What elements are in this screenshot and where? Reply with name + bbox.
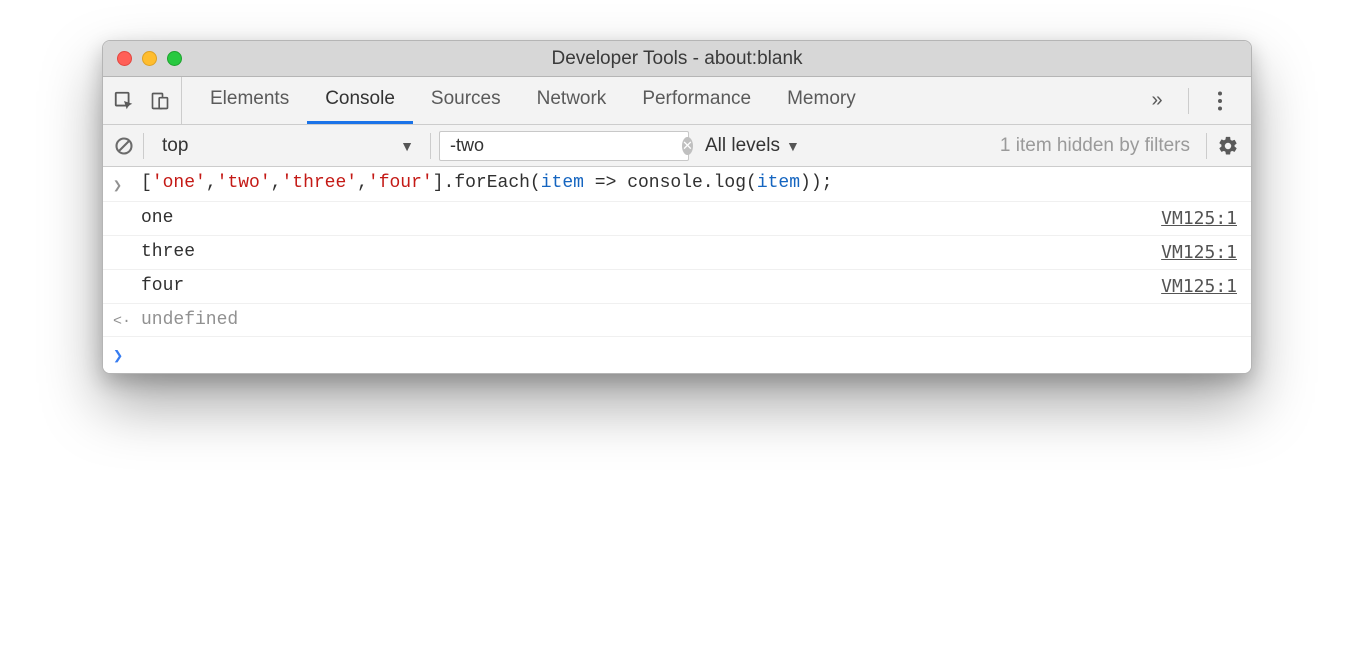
console-input-code[interactable]: ['one','two','three','four'].forEach(ite… <box>141 173 1237 193</box>
return-marker-icon: <· <box>113 310 141 330</box>
log-source-link[interactable]: VM125:1 <box>1141 208 1237 229</box>
divider <box>1206 133 1207 159</box>
panel-tabs: ElementsConsoleSourcesNetworkPerformance… <box>182 77 874 124</box>
log-source-link[interactable]: VM125:1 <box>1141 242 1237 263</box>
clear-console-icon[interactable] <box>113 135 135 157</box>
console-input-row: ❯ ['one','two','three','four'].forEach(i… <box>103 167 1251 202</box>
return-value: undefined <box>141 310 1237 330</box>
context-label: top <box>162 135 188 157</box>
tab-sources[interactable]: Sources <box>413 77 519 124</box>
tab-performance[interactable]: Performance <box>624 77 769 124</box>
device-toolbar-icon[interactable] <box>149 90 171 112</box>
console-settings-icon[interactable] <box>1215 133 1241 159</box>
log-message: three <box>141 242 1141 262</box>
tab-network[interactable]: Network <box>519 77 625 124</box>
devtools-window: Developer Tools - about:blank ElementsCo… <box>102 40 1252 374</box>
console-filter-input[interactable] <box>450 135 682 156</box>
execution-context-selector[interactable]: top ▼ <box>152 131 422 161</box>
divider <box>1188 88 1189 114</box>
prompt-marker-icon: ❯ <box>113 343 141 367</box>
chevron-down-icon: ▼ <box>786 138 800 154</box>
tabbar-tools <box>111 77 182 124</box>
devtools-tabbar: ElementsConsoleSourcesNetworkPerformance… <box>103 77 1251 125</box>
window-title: Developer Tools - about:blank <box>103 48 1251 70</box>
tabbar-right: » <box>1140 77 1243 124</box>
close-window-button[interactable] <box>117 51 132 66</box>
divider <box>430 133 431 159</box>
console-return-row: <· undefined <box>103 304 1251 337</box>
console-prompt-row[interactable]: ❯ <box>103 337 1251 373</box>
log-gutter <box>113 242 141 245</box>
log-gutter <box>113 276 141 279</box>
devtools-menu-button[interactable] <box>1203 84 1237 118</box>
tab-elements[interactable]: Elements <box>192 77 307 124</box>
console-log-row: threeVM125:1 <box>103 236 1251 270</box>
console-log-row: fourVM125:1 <box>103 270 1251 304</box>
log-message: four <box>141 276 1141 296</box>
tab-memory[interactable]: Memory <box>769 77 874 124</box>
maximize-window-button[interactable] <box>167 51 182 66</box>
log-message: one <box>141 208 1141 228</box>
inspect-element-icon[interactable] <box>113 90 135 112</box>
window-controls <box>103 51 182 66</box>
log-levels-selector[interactable]: All levels ▼ <box>697 135 808 157</box>
window-titlebar: Developer Tools - about:blank <box>103 41 1251 77</box>
minimize-window-button[interactable] <box>142 51 157 66</box>
input-marker-icon: ❯ <box>113 173 141 195</box>
divider <box>143 133 144 159</box>
clear-filter-icon[interactable]: ✕ <box>682 137 693 155</box>
levels-label: All levels <box>705 135 780 157</box>
log-source-link[interactable]: VM125:1 <box>1141 276 1237 297</box>
console-toolbar: top ▼ ✕ All levels ▼ 1 item hidden by fi… <box>103 125 1251 167</box>
tab-console[interactable]: Console <box>307 77 413 124</box>
console-log-row: oneVM125:1 <box>103 202 1251 236</box>
chevron-down-icon: ▼ <box>400 138 414 154</box>
console-output: ❯ ['one','two','three','four'].forEach(i… <box>103 167 1251 373</box>
hidden-by-filter-message: 1 item hidden by filters <box>1000 135 1198 157</box>
more-tabs-button[interactable]: » <box>1140 84 1174 118</box>
log-gutter <box>113 208 141 211</box>
filter-input-container: ✕ <box>439 131 689 161</box>
